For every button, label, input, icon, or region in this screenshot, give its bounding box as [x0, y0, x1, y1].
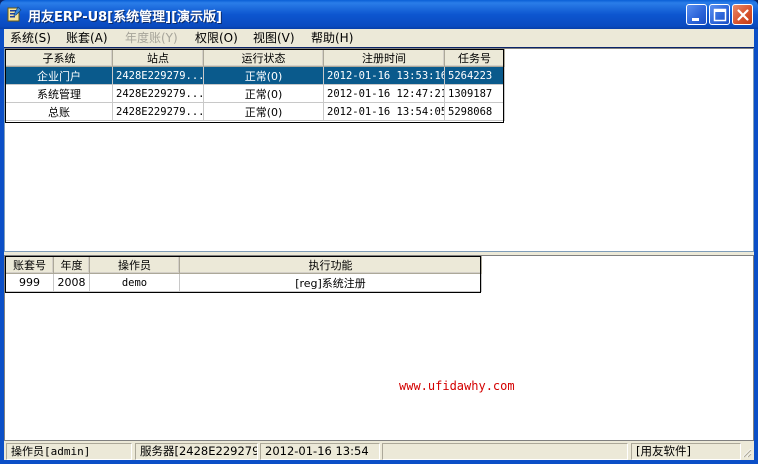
menu-system[interactable]: 系统(S) [10, 30, 51, 46]
status-bar: 操作员[admin] 服务器[2428E2292792 2012-01-16 1… [4, 441, 754, 460]
app-book-icon[interactable] [6, 6, 22, 22]
watermark-url: www.ufidawhy.com [399, 379, 515, 393]
menu-view[interactable]: 视图(V) [253, 30, 295, 46]
window-frame-right [754, 29, 758, 464]
window-title: 用友ERP-U8[系统管理][演示版] [28, 10, 222, 25]
menu-bar: 系统(S) 账套(A) 年度账(Y) 权限(O) 视图(V) 帮助(H) [4, 29, 754, 47]
menu-help[interactable]: 帮助(H) [311, 30, 353, 46]
maximize-button[interactable] [709, 4, 730, 25]
close-button[interactable] [732, 4, 753, 25]
menu-permissions[interactable]: 权限(O) [195, 30, 238, 46]
status-operator: 操作员[admin] [6, 443, 132, 460]
main-window: 用友ERP-U8[系统管理][演示版] 系统(S) 账套(A) 年度账(Y) 权… [0, 0, 758, 464]
menu-annual-account[interactable]: 年度账(Y) [125, 30, 178, 46]
window-frame-bottom [0, 460, 758, 464]
minimize-icon [692, 18, 699, 21]
menu-account-set[interactable]: 账套(A) [66, 30, 108, 46]
minimize-button[interactable] [686, 4, 707, 25]
task-pane[interactable]: 账套号 年度 操作员 执行功能 999 2008 demo [reg]系统注册 [4, 255, 754, 441]
title-bar[interactable]: 用友ERP-U8[系统管理][演示版] [0, 0, 758, 29]
status-empty-panel [382, 443, 628, 460]
close-icon [737, 9, 749, 21]
subsystem-pane[interactable]: 子系统 站点 运行状态 注册时间 任务号 企业门户 2428E229279...… [4, 48, 754, 252]
task-grid-border [5, 256, 481, 293]
maximize-icon [713, 8, 727, 22]
resize-grip-icon[interactable] [740, 446, 752, 458]
client-area: 子系统 站点 运行状态 注册时间 任务号 企业门户 2428E229279...… [4, 48, 754, 441]
status-server: 服务器[2428E2292792 [135, 443, 258, 460]
status-datetime: 2012-01-16 13:54 [260, 443, 380, 460]
subsystem-grid-border [5, 49, 504, 123]
status-vendor: [用友软件] [631, 443, 741, 460]
